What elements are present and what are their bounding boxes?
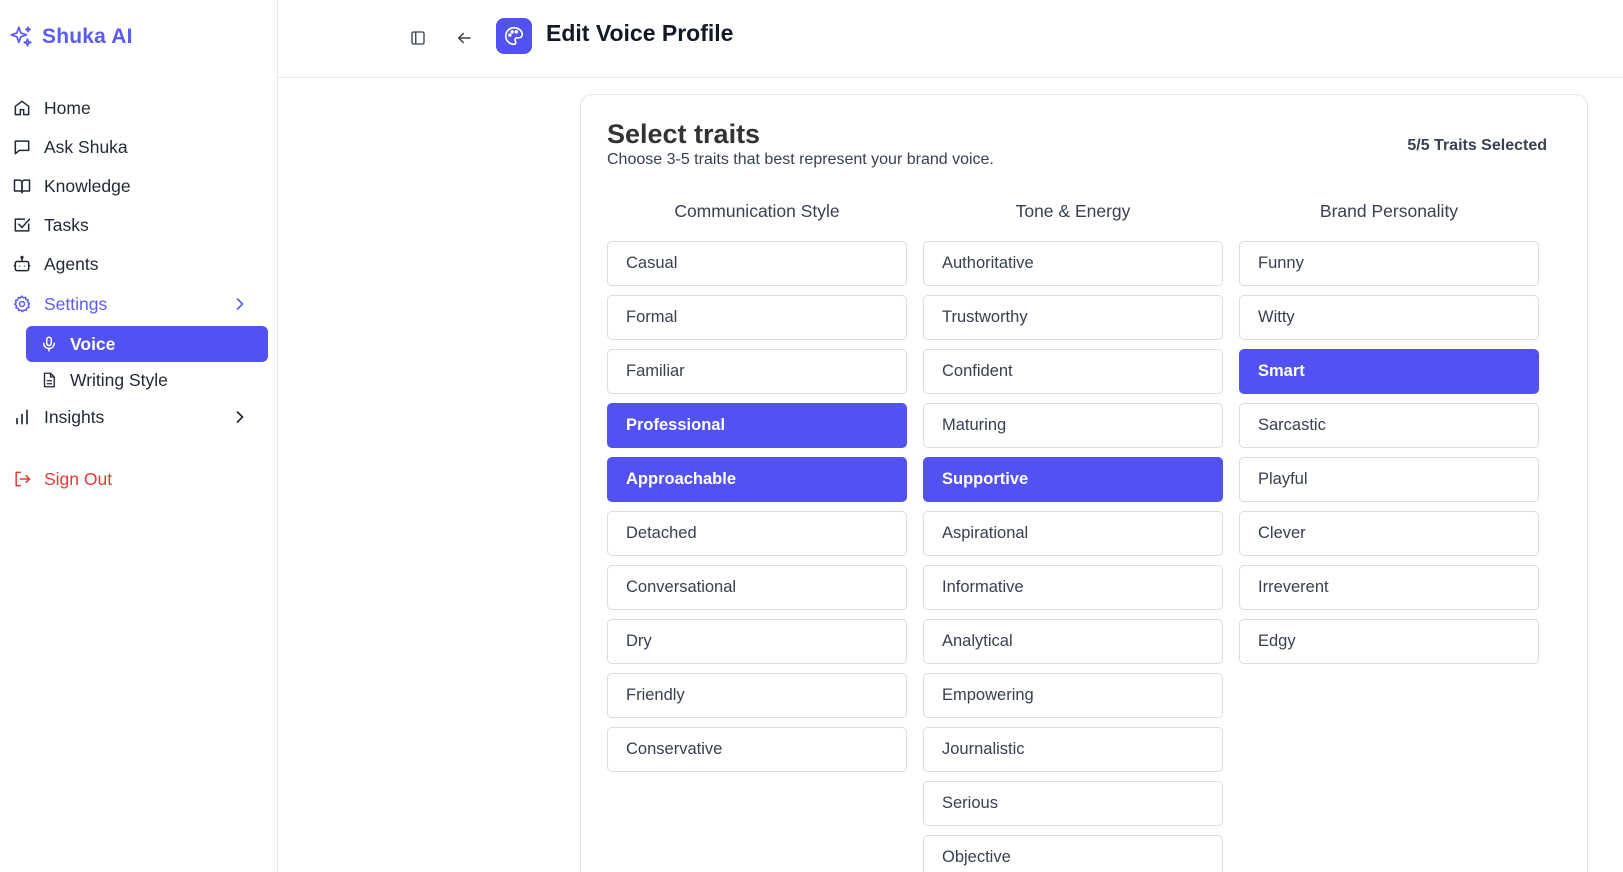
microphone-icon (43, 336, 55, 352)
column-title: Brand Personality (1319, 201, 1459, 221)
sidebar-item-settings[interactable]: Settings (12, 288, 266, 320)
trait-option-clever[interactable]: Clever (1239, 511, 1539, 556)
column-brand-personality: Brand Personality Funny Witty Smart Sarcast… (1239, 199, 1539, 664)
robot-icon (13, 255, 31, 272)
trait-option-analytical[interactable]: Analytical (923, 619, 1223, 664)
trait-option-approachable[interactable]: Approachable (607, 457, 907, 502)
trait-option-conversational[interactable]: Conversational (607, 565, 907, 610)
bar-chart-icon (16, 409, 28, 425)
selected-count: 5/5 Traits Selected (1407, 137, 1547, 154)
trait-list: Funny Witty Smart Sarcastic Playful Clever Irr… (1239, 241, 1539, 664)
sign-out-label: Sign Out (44, 468, 113, 489)
app-root: Shuka AI Home Ask Shuka Knowledge Tasks … (0, 0, 1623, 872)
trait-option-dry[interactable]: Dry (607, 619, 907, 664)
sidebar-item-label: Home (44, 97, 91, 118)
page-title: Edit Voice Profile (546, 20, 734, 46)
traits-card: Select traits Choose 3-5 traits that bes… (580, 94, 1588, 872)
column-tone-energy: Tone & Energy Authoritative Trustworthy Co… (923, 199, 1223, 872)
sidebar-item-label: Ask Shuka (44, 136, 128, 157)
sidebar-item-home[interactable]: Home (12, 92, 266, 124)
trait-option-professional[interactable]: Professional (607, 403, 907, 448)
sidebar-item-knowledge[interactable]: Knowledge (12, 170, 266, 202)
trait-option-familiar[interactable]: Familiar (607, 349, 907, 394)
trait-list: Casual Formal Familiar Professional Approach… (607, 241, 907, 772)
brand-logo[interactable]: Shuka AI (8, 24, 133, 50)
sidebar-item-insights[interactable]: Insights (12, 401, 266, 433)
sidebar-subitem-voice[interactable]: Voice (26, 326, 268, 362)
trait-list: Authoritative Trustworthy Confident Maturin… (923, 241, 1223, 872)
sidebar-subitem-label: Writing Style (70, 369, 168, 390)
page-header: Edit Voice Profile (278, 0, 1623, 78)
trait-option-aspirational[interactable]: Aspirational (923, 511, 1223, 556)
sidebar-item-ask-shuka[interactable]: Ask Shuka (12, 131, 266, 163)
document-icon (43, 372, 55, 388)
trait-option-playful[interactable]: Playful (1239, 457, 1539, 502)
sidebar-toggle-icon (411, 31, 425, 45)
back-button[interactable] (450, 24, 478, 52)
section-title: Select traits (607, 119, 761, 149)
book-icon (13, 179, 31, 194)
sidebar-subitem-writing-style[interactable]: Writing Style (26, 362, 268, 398)
trait-option-authoritative[interactable]: Authoritative (923, 241, 1223, 286)
column-communication-style: Communication Style Casual Formal Familiar… (607, 199, 907, 772)
trait-option-objective[interactable]: Objective (923, 835, 1223, 872)
sidebar-item-agents[interactable]: Agents (12, 248, 266, 280)
toggle-sidebar-button[interactable] (404, 24, 432, 52)
trait-option-empowering[interactable]: Empowering (923, 673, 1223, 718)
sidebar: Shuka AI Home Ask Shuka Knowledge Tasks … (0, 0, 278, 872)
arrow-left-icon (458, 32, 471, 44)
trait-option-confident[interactable]: Confident (923, 349, 1223, 394)
trait-option-smart[interactable]: Smart (1239, 349, 1539, 394)
section-subtitle: Choose 3-5 traits that best represent yo… (607, 151, 994, 168)
checkbox-icon (14, 218, 31, 232)
chat-icon (14, 140, 30, 155)
trait-option-supportive[interactable]: Supportive (923, 457, 1223, 502)
trait-option-formal[interactable]: Formal (607, 295, 907, 340)
chevron-right-icon (236, 411, 244, 423)
sidebar-item-label: Agents (44, 253, 99, 274)
trait-option-witty[interactable]: Witty (1239, 295, 1539, 340)
sidebar-item-tasks[interactable]: Tasks (12, 209, 266, 241)
logout-icon (15, 471, 31, 487)
trait-option-detached[interactable]: Detached (607, 511, 907, 556)
brand-name: Shuka AI (42, 25, 133, 48)
chevron-right-icon (236, 298, 244, 310)
column-title: Tone & Energy (1015, 201, 1131, 221)
trait-option-informative[interactable]: Informative (923, 565, 1223, 610)
sidebar-item-label: Tasks (44, 214, 89, 235)
trait-option-friendly[interactable]: Friendly (607, 673, 907, 718)
trait-option-trustworthy[interactable]: Trustworthy (923, 295, 1223, 340)
sidebar-item-label: Insights (44, 406, 105, 427)
trait-option-irreverent[interactable]: Irreverent (1239, 565, 1539, 610)
sidebar-subitem-label: Voice (70, 333, 116, 354)
trait-option-edgy[interactable]: Edgy (1239, 619, 1539, 664)
trait-option-conservative[interactable]: Conservative (607, 727, 907, 772)
sparkle-icon (10, 26, 32, 47)
sidebar-item-label: Knowledge (44, 175, 131, 196)
trait-option-funny[interactable]: Funny (1239, 241, 1539, 286)
sidebar-item-label: Settings (44, 293, 108, 314)
trait-option-casual[interactable]: Casual (607, 241, 907, 286)
home-icon (14, 100, 30, 116)
palette-icon (504, 26, 524, 46)
column-title: Communication Style (674, 201, 840, 221)
trait-option-journalistic[interactable]: Journalistic (923, 727, 1223, 772)
gear-icon (14, 295, 31, 313)
sign-out-button[interactable]: Sign Out (12, 463, 266, 495)
trait-option-maturing[interactable]: Maturing (923, 403, 1223, 448)
trait-option-serious[interactable]: Serious (923, 781, 1223, 826)
page-icon (496, 18, 532, 54)
trait-option-sarcastic[interactable]: Sarcastic (1239, 403, 1539, 448)
